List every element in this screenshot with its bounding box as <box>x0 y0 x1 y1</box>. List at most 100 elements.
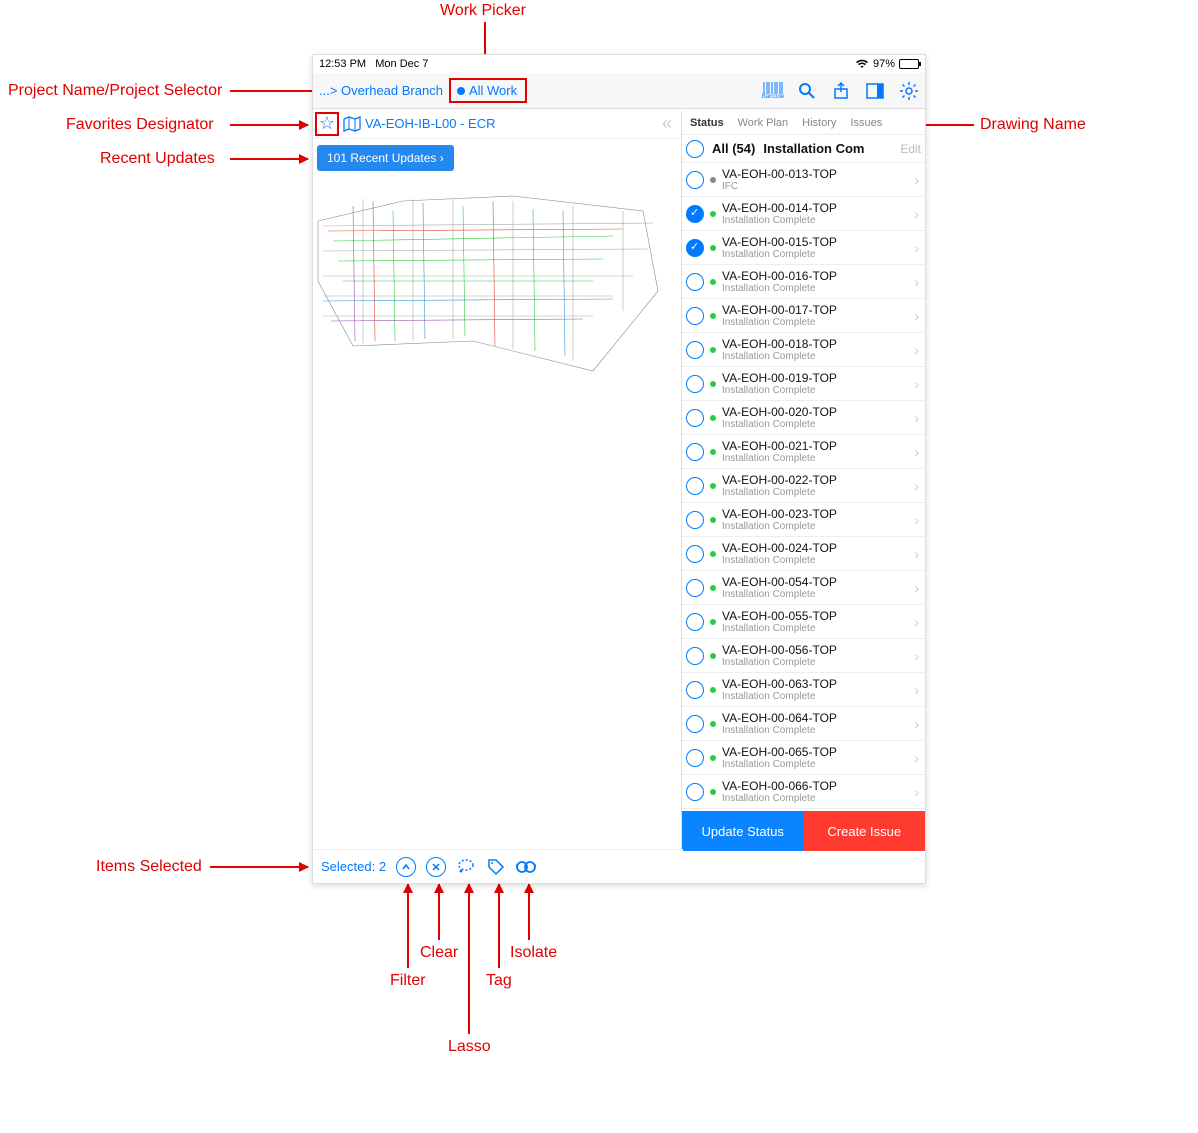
filter-button[interactable] <box>396 857 416 877</box>
item-status: Installation Complete <box>722 215 908 226</box>
item-checkbox[interactable] <box>686 783 704 801</box>
status-dot-icon <box>710 585 716 591</box>
isolate-button[interactable] <box>516 857 536 877</box>
arrow-filter <box>407 884 409 968</box>
item-checkbox[interactable] <box>686 239 704 257</box>
item-id: VA-EOH-00-054-TOP <box>722 575 908 589</box>
item-text: VA-EOH-00-021-TOPInstallation Complete <box>722 439 908 464</box>
item-status: Installation Complete <box>722 759 908 770</box>
share-button[interactable] <box>831 81 851 101</box>
barcode-button[interactable]: Barcode <box>763 81 783 101</box>
project-selector[interactable]: ...> Overhead Branch <box>319 83 443 98</box>
tab-workplan[interactable]: Work Plan <box>734 115 793 131</box>
list-item[interactable]: VA-EOH-00-017-TOPInstallation Complete› <box>682 299 925 333</box>
chevron-right-icon: › <box>914 274 919 290</box>
list-item[interactable]: VA-EOH-00-020-TOPInstallation Complete› <box>682 401 925 435</box>
item-checkbox[interactable] <box>686 307 704 325</box>
list-item[interactable]: VA-EOH-00-066-TOPInstallation Complete› <box>682 775 925 809</box>
drawing-name[interactable]: VA-EOH-IB-L00 - ECR <box>365 116 496 131</box>
item-checkbox[interactable] <box>686 579 704 597</box>
settings-button[interactable] <box>899 81 919 101</box>
item-checkbox[interactable] <box>686 715 704 733</box>
item-text: VA-EOH-00-054-TOPInstallation Complete <box>722 575 908 600</box>
recent-updates-button[interactable]: 101 Recent Updates › <box>317 145 454 171</box>
select-all-checkbox[interactable] <box>686 140 704 158</box>
status-date: Mon Dec 7 <box>375 58 428 70</box>
tab-status[interactable]: Status <box>686 115 728 131</box>
item-id: VA-EOH-00-013-TOP <box>722 167 908 181</box>
item-checkbox[interactable] <box>686 443 704 461</box>
item-id: VA-EOH-00-055-TOP <box>722 609 908 623</box>
list-item[interactable]: VA-EOH-00-022-TOPInstallation Complete› <box>682 469 925 503</box>
status-dot-icon <box>710 313 716 319</box>
edit-link[interactable]: Edit <box>900 142 921 156</box>
tab-history[interactable]: History <box>798 115 840 131</box>
list-item[interactable]: VA-EOH-00-019-TOPInstallation Complete› <box>682 367 925 401</box>
search-button[interactable] <box>797 81 817 101</box>
status-dot-icon <box>710 347 716 353</box>
list-item[interactable]: VA-EOH-00-063-TOPInstallation Complete› <box>682 673 925 707</box>
item-checkbox[interactable] <box>686 681 704 699</box>
item-status: Installation Complete <box>722 623 908 634</box>
annot-clear: Clear <box>420 944 458 962</box>
item-status: Installation Complete <box>722 521 908 532</box>
item-checkbox[interactable] <box>686 511 704 529</box>
list-item[interactable]: VA-EOH-00-021-TOPInstallation Complete› <box>682 435 925 469</box>
panel-filter-row: All (54) Installation Com Edit <box>682 135 925 163</box>
item-text: VA-EOH-00-014-TOPInstallation Complete <box>722 201 908 226</box>
update-status-button[interactable]: Update Status <box>682 811 804 851</box>
list-item[interactable]: VA-EOH-00-054-TOPInstallation Complete› <box>682 571 925 605</box>
item-checkbox[interactable] <box>686 647 704 665</box>
list-item[interactable]: VA-EOH-00-024-TOPInstallation Complete› <box>682 537 925 571</box>
tab-issues[interactable]: Issues <box>846 115 886 131</box>
item-id: VA-EOH-00-064-TOP <box>722 711 908 725</box>
item-checkbox[interactable] <box>686 477 704 495</box>
item-id: VA-EOH-00-016-TOP <box>722 269 908 283</box>
create-issue-button[interactable]: Create Issue <box>804 811 926 851</box>
lasso-button[interactable] <box>456 857 476 877</box>
status-dot-icon <box>710 449 716 455</box>
chevron-right-icon: › <box>914 614 919 630</box>
item-checkbox[interactable] <box>686 375 704 393</box>
clear-button[interactable] <box>426 857 446 877</box>
item-checkbox[interactable] <box>686 409 704 427</box>
list-item[interactable]: VA-EOH-00-014-TOPInstallation Complete› <box>682 197 925 231</box>
list-item[interactable]: VA-EOH-00-023-TOPInstallation Complete› <box>682 503 925 537</box>
list-item[interactable]: VA-EOH-00-065-TOPInstallation Complete› <box>682 741 925 775</box>
list-item[interactable]: VA-EOH-00-015-TOPInstallation Complete› <box>682 231 925 265</box>
item-text: VA-EOH-00-016-TOPInstallation Complete <box>722 269 908 294</box>
filter-all[interactable]: All (54) <box>712 141 755 156</box>
panel-toggle-button[interactable] <box>865 81 885 101</box>
item-checkbox[interactable] <box>686 205 704 223</box>
wifi-icon <box>855 59 869 69</box>
item-id: VA-EOH-00-019-TOP <box>722 371 908 385</box>
item-text: VA-EOH-00-018-TOPInstallation Complete <box>722 337 908 362</box>
work-picker-label: All Work <box>469 83 517 98</box>
list-item[interactable]: VA-EOH-00-064-TOPInstallation Complete› <box>682 707 925 741</box>
status-dot-icon <box>710 687 716 693</box>
status-dot-icon <box>710 517 716 523</box>
favorite-toggle[interactable]: ☆ <box>315 112 339 136</box>
collapse-panel-icon[interactable]: « <box>662 113 672 134</box>
panel-tabs: Status Work Plan History Issues <box>682 111 925 135</box>
status-time: 12:53 PM <box>319 58 366 70</box>
list-item[interactable]: VA-EOH-00-016-TOPInstallation Complete › <box>682 265 925 299</box>
tag-button[interactable] <box>486 857 506 877</box>
item-checkbox[interactable] <box>686 613 704 631</box>
work-picker[interactable]: All Work <box>449 78 527 103</box>
item-id: VA-EOH-00-015-TOP <box>722 235 908 249</box>
list-item[interactable]: VA-EOH-00-055-TOPInstallation Complete › <box>682 605 925 639</box>
list-item[interactable]: VA-EOH-00-018-TOPInstallation Complete › <box>682 333 925 367</box>
drawing-canvas[interactable] <box>313 141 683 841</box>
filter-installation[interactable]: Installation Com <box>763 141 864 156</box>
item-checkbox[interactable] <box>686 341 704 359</box>
item-list[interactable]: VA-EOH-00-013-TOPIFC›VA-EOH-00-014-TOPIn… <box>682 163 925 811</box>
item-checkbox[interactable] <box>686 171 704 189</box>
item-checkbox[interactable] <box>686 273 704 291</box>
list-item[interactable]: VA-EOH-00-056-TOPInstallation Complete› <box>682 639 925 673</box>
item-checkbox[interactable] <box>686 749 704 767</box>
item-checkbox[interactable] <box>686 545 704 563</box>
list-item[interactable]: VA-EOH-00-013-TOPIFC› <box>682 163 925 197</box>
chevron-right-icon: › <box>914 342 919 358</box>
item-status: Installation Complete <box>722 793 908 804</box>
